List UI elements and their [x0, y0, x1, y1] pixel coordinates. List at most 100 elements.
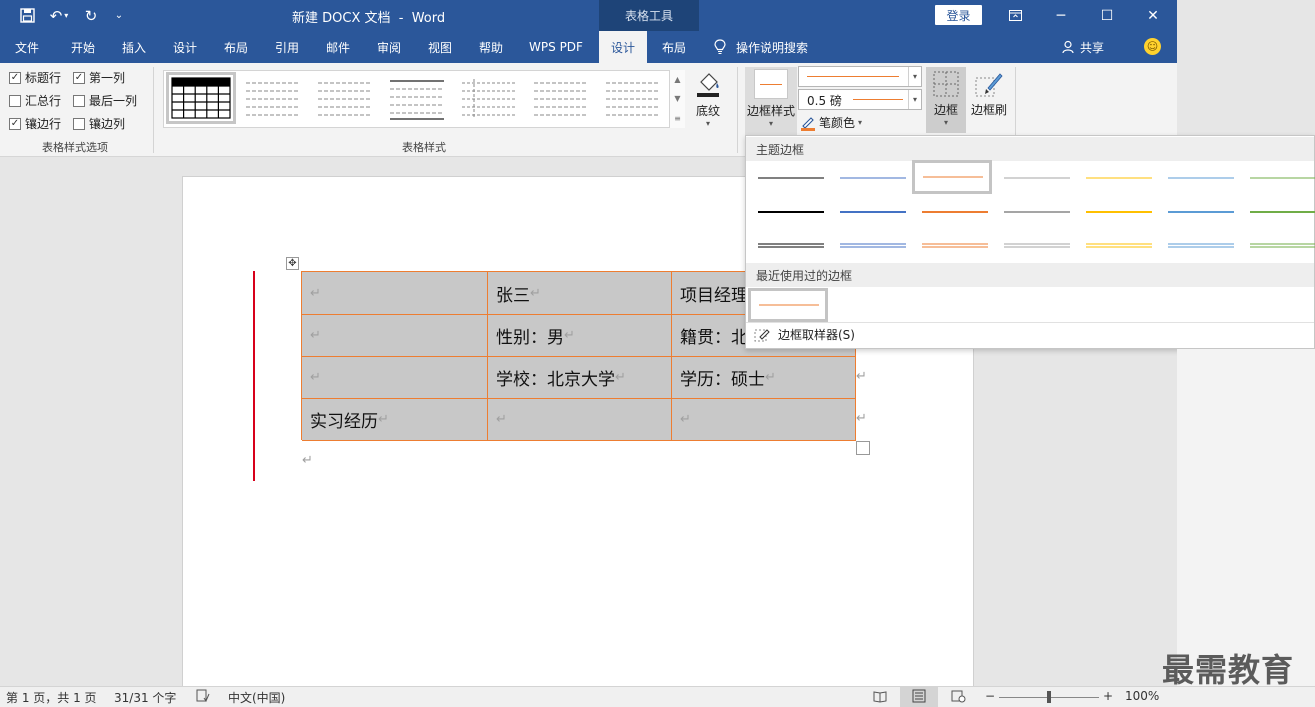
border-sample[interactable] [1080, 163, 1158, 193]
share-button[interactable]: 共享 [1062, 31, 1104, 63]
border-sample[interactable] [1162, 231, 1240, 261]
recent-borders-heading: 最近使用过的边框 [746, 263, 1314, 287]
border-sample[interactable] [1244, 197, 1315, 227]
border-sample[interactable] [998, 163, 1076, 193]
border-sampler-item[interactable]: 边框取样器(S) [754, 326, 855, 343]
gallery-scroll[interactable]: ▲ ▼ ≡ [669, 70, 685, 128]
feedback-smiley-icon[interactable]: ☺ [1144, 38, 1161, 55]
table-cell[interactable]: ↵ [488, 399, 672, 441]
table-style-plain-2[interactable] [316, 77, 374, 121]
gallery-down-icon[interactable]: ▼ [674, 94, 680, 103]
checkbox-label: 标题行 [25, 71, 62, 85]
border-sample[interactable] [1244, 163, 1315, 193]
table-style-plain-4[interactable] [460, 77, 518, 121]
border-sample[interactable] [916, 197, 994, 227]
border-sample[interactable] [998, 231, 1076, 261]
minimize-icon[interactable]: ─ [1038, 0, 1084, 31]
recent-border-sample[interactable] [748, 288, 828, 322]
border-sample[interactable] [998, 197, 1076, 227]
border-sample[interactable] [1080, 231, 1158, 261]
maximize-icon[interactable]: ☐ [1084, 0, 1130, 31]
table-cell[interactable]: ↵ [672, 399, 856, 441]
tab-wps-pdf[interactable]: WPS PDF [518, 31, 594, 63]
border-sample[interactable] [1080, 197, 1158, 227]
border-sample[interactable] [1162, 197, 1240, 227]
first-column-checkbox[interactable]: ✓ 第一列 [73, 69, 125, 86]
chevron-down-icon[interactable]: ▾ [908, 67, 921, 86]
close-icon[interactable]: ✕ [1130, 0, 1176, 31]
redo-icon[interactable]: ↻ [80, 0, 102, 31]
border-sample[interactable] [752, 163, 830, 193]
header-row-checkbox[interactable]: ✓ 标题行 [9, 69, 61, 86]
border-sample[interactable] [752, 197, 830, 227]
web-layout-icon[interactable] [951, 689, 966, 706]
line-style-combo[interactable]: ▾ [798, 66, 922, 87]
gallery-up-icon[interactable]: ▲ [674, 75, 680, 84]
tab-view[interactable]: 视图 [416, 31, 464, 63]
table-cell[interactable]: ↵ [302, 315, 488, 357]
login-button[interactable]: 登录 [935, 5, 982, 25]
table-style-plain-3[interactable] [388, 77, 446, 121]
last-column-checkbox[interactable]: 最后一列 [73, 92, 137, 109]
tab-insert[interactable]: 插入 [110, 31, 158, 63]
border-sample[interactable] [1162, 163, 1240, 193]
read-mode-icon[interactable] [873, 689, 887, 706]
zoom-out-icon[interactable]: − [985, 689, 995, 703]
shading-button[interactable]: 底纹 ▾ [690, 69, 726, 139]
tab-table-layout[interactable]: 布局 [649, 31, 699, 63]
tab-file[interactable]: 文件 [0, 31, 54, 63]
border-sample[interactable] [834, 197, 912, 227]
table-cell[interactable]: 性别：男 ↵ [488, 315, 672, 357]
word-count[interactable]: 31/31 个字 [114, 689, 176, 706]
undo-icon[interactable]: ↶ ▾ [44, 0, 74, 31]
table-cell[interactable]: 实习经历 ↵ [302, 399, 488, 441]
border-sample[interactable] [834, 231, 912, 261]
tab-review[interactable]: 审阅 [364, 31, 414, 63]
total-row-checkbox[interactable]: 汇总行 [9, 92, 61, 109]
proofing-icon[interactable] [196, 689, 210, 706]
tell-me-search[interactable]: 操作说明搜索 [714, 31, 808, 63]
border-sample[interactable] [1244, 231, 1315, 261]
table-cell[interactable]: 学历：硕士 ↵ [672, 357, 856, 399]
tab-design[interactable]: 设计 [160, 31, 210, 63]
border-sample[interactable] [834, 163, 912, 193]
tab-layout[interactable]: 布局 [212, 31, 260, 63]
tab-home[interactable]: 开始 [58, 31, 108, 63]
zoom-level[interactable]: 100% [1125, 689, 1159, 703]
zoom-slider-thumb[interactable] [1047, 691, 1051, 703]
pen-color-label: 笔颜色 [819, 116, 856, 130]
border-sample[interactable] [916, 231, 994, 261]
table-cell[interactable]: 学校：北京大学 ↵ [488, 357, 672, 399]
table-style-grid[interactable] [166, 72, 236, 124]
table-style-plain-5[interactable] [532, 77, 590, 121]
border-styles-button[interactable]: 边框样式 ▾ [745, 67, 797, 135]
ribbon-display-icon[interactable] [992, 0, 1038, 31]
table-style-plain-6[interactable] [604, 77, 662, 121]
table-cell[interactable]: ↵ [302, 357, 488, 399]
banded-columns-checkbox[interactable]: 镶边列 [73, 115, 125, 132]
tab-table-design[interactable]: 设计 [599, 31, 647, 63]
line-weight-combo[interactable]: 0.5 磅 ▾ [798, 89, 922, 110]
borders-button[interactable]: 边框 ▾ [926, 67, 966, 133]
save-icon[interactable] [14, 0, 40, 31]
tab-references[interactable]: 引用 [262, 31, 312, 63]
table-resize-handle[interactable] [856, 441, 870, 455]
table-cell[interactable]: ↵ [302, 272, 488, 315]
customize-qat-icon[interactable]: ⌄ [110, 0, 128, 31]
page-count[interactable]: 第 1 页，共 1 页 [6, 689, 97, 706]
banded-rows-checkbox[interactable]: ✓ 镶边行 [9, 115, 61, 132]
table-cell[interactable]: 张三 ↵ [488, 272, 672, 315]
border-painter-button[interactable]: 边框刷 [968, 67, 1010, 133]
table-move-handle-icon[interactable]: ✥ [286, 257, 299, 270]
gallery-more-icon[interactable]: ≡ [674, 114, 681, 123]
zoom-in-icon[interactable]: + [1103, 689, 1113, 703]
border-sample-selected[interactable] [912, 160, 992, 194]
pen-color-button[interactable]: 笔颜色 ▾ [800, 114, 862, 131]
print-layout-icon[interactable] [912, 689, 926, 706]
tab-mailings[interactable]: 邮件 [314, 31, 362, 63]
border-sample[interactable] [752, 231, 830, 261]
tab-help[interactable]: 帮助 [466, 31, 516, 63]
language-indicator[interactable]: 中文(中国) [228, 689, 285, 706]
chevron-down-icon[interactable]: ▾ [908, 90, 921, 109]
table-style-plain-1[interactable] [244, 77, 302, 121]
